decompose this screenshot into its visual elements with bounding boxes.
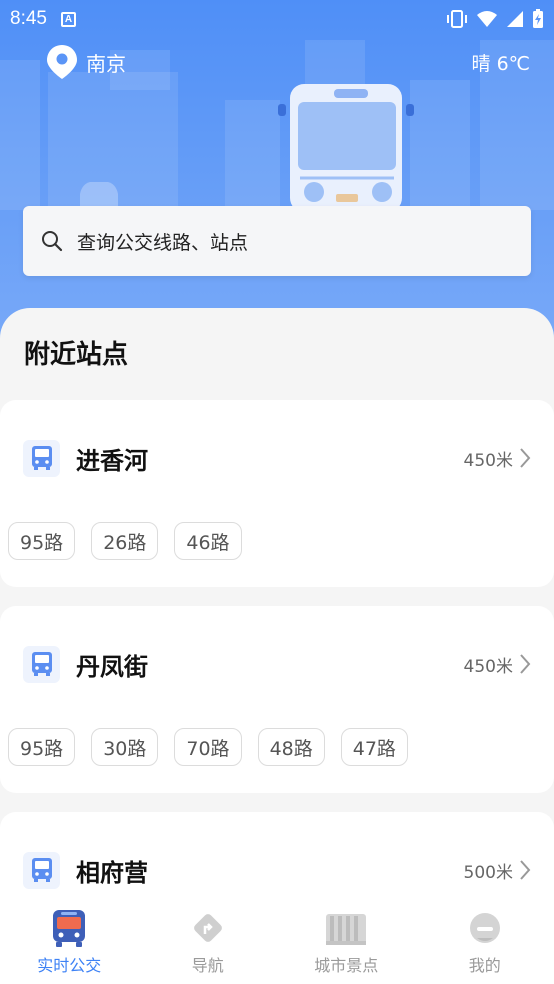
stop-card[interactable]: 进香河 450米 95路 26路 46路 [0, 400, 554, 587]
status-icons [446, 9, 544, 29]
tab-label: 城市景点 [314, 956, 379, 975]
wifi-icon [477, 11, 497, 27]
stop-card-header[interactable]: 丹凤街 450米 [23, 644, 531, 684]
profile-icon [469, 913, 500, 943]
skyline-decoration [410, 80, 470, 210]
search-icon [42, 231, 63, 252]
route-tag[interactable]: 48路 [257, 728, 325, 766]
battery-icon [533, 9, 543, 28]
stop-distance: 450米 [463, 450, 513, 471]
stop-name: 进香河 [76, 446, 148, 475]
skyline-decoration [225, 100, 280, 210]
bus-stop-icon [23, 851, 60, 889]
stop-distance: 450米 [463, 656, 513, 677]
tab-label: 我的 [468, 956, 501, 975]
tab-city-attractions[interactable]: 城市景点 [277, 900, 416, 984]
notification-badge-icon: A [60, 11, 76, 27]
route-tag[interactable]: 95路 [8, 522, 76, 560]
city-name: 南京 [86, 51, 126, 76]
section-title: 附近站点 [24, 340, 129, 370]
bus-icon [53, 910, 86, 947]
search-placeholder: 查询公交线路、站点 [77, 231, 249, 254]
route-tag[interactable]: 70路 [174, 728, 242, 766]
stop-card-header[interactable]: 进香河 450米 [23, 438, 531, 478]
route-tag[interactable]: 46路 [174, 522, 242, 560]
route-tag[interactable]: 26路 [91, 522, 159, 560]
route-list: 95路 30路 70路 48路 47路 [8, 728, 408, 766]
tab-label: 实时公交 [37, 956, 102, 975]
stop-card[interactable]: 丹凤街 450米 95路 30路 70路 48路 47路 [0, 606, 554, 793]
weather-text: 晴 6℃ [471, 53, 530, 75]
nearby-panel: 附近站点 进香河 450米 95路 26路 46路 丹凤街 450米 95路 3… [0, 308, 554, 984]
bus-illustration [278, 84, 414, 212]
route-tag[interactable]: 95路 [8, 728, 76, 766]
status-time: 8:45 [10, 8, 47, 29]
vibrate-icon [447, 10, 467, 28]
bus-stop-icon [23, 439, 60, 477]
navigation-icon [193, 914, 222, 942]
signal-icon [507, 11, 523, 27]
bus-stop-icon [23, 645, 60, 683]
route-tag[interactable]: 30路 [91, 728, 159, 766]
route-list: 95路 26路 46路 [8, 522, 242, 560]
tab-realtime-bus[interactable]: 实时公交 [0, 900, 139, 984]
bottom-navigation: 实时公交 导航 城市景点 我的 [0, 900, 554, 984]
city-selector[interactable]: 南京 [46, 44, 126, 80]
status-bar: 8:45 A [0, 0, 554, 38]
skyline-decoration [0, 60, 40, 210]
stop-name: 相府营 [76, 858, 148, 887]
tab-navigation[interactable]: 导航 [139, 900, 278, 984]
tab-profile[interactable]: 我的 [416, 900, 554, 984]
chevron-right-icon [520, 860, 531, 880]
tab-label: 导航 [191, 956, 224, 975]
chevron-right-icon [520, 654, 531, 674]
stop-card-header[interactable]: 相府营 500米 [23, 850, 531, 890]
header-banner: 8:45 A 南京 晴 6℃ [0, 0, 554, 360]
chevron-right-icon [520, 448, 531, 468]
stop-name: 丹凤街 [76, 652, 148, 681]
stop-distance: 500米 [463, 862, 513, 883]
city-attraction-icon [326, 914, 367, 945]
search-input[interactable]: 查询公交线路、站点 [23, 206, 531, 276]
route-tag[interactable]: 47路 [340, 728, 408, 766]
location-pin-icon [47, 45, 77, 79]
